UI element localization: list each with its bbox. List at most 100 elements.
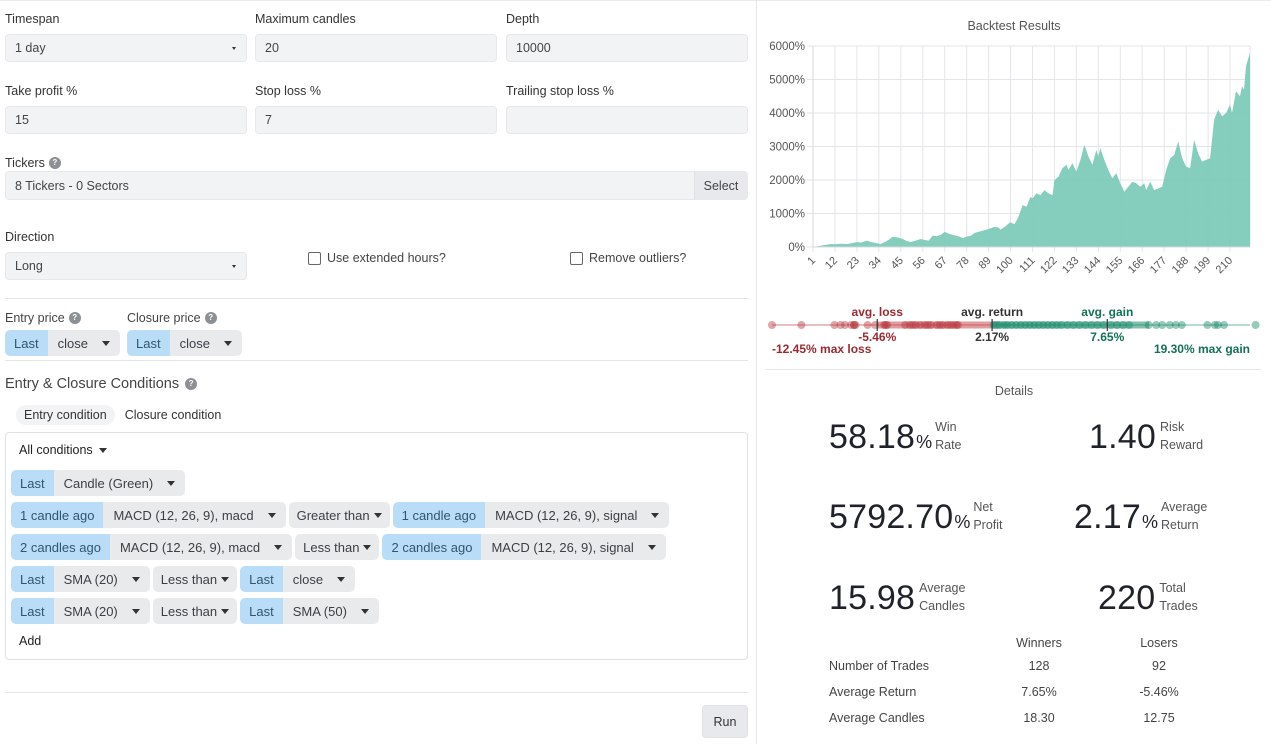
take-profit-input[interactable]: 15 [5, 106, 247, 134]
indicator-select[interactable]: MACD (12, 26, 9), signal [485, 502, 670, 528]
tickers-label: Tickers [5, 156, 45, 170]
candle-offset-select[interactable]: Last [11, 566, 54, 592]
trailing-stop-loss-input[interactable] [506, 106, 748, 134]
indicator-select[interactable]: Candle (Green) [53, 470, 186, 496]
extended-hours-label: Use extended hours? [327, 251, 446, 265]
caret-down-icon [337, 576, 346, 582]
x-tick-label: 78 [955, 255, 972, 272]
operand-selector: Last close [240, 566, 356, 592]
table-header: Winners [1016, 636, 1062, 650]
indicator-select[interactable]: MACD (12, 26, 9), macd [103, 502, 286, 528]
operator-select[interactable]: Less than [152, 598, 238, 624]
indicator-select[interactable]: MACD (12, 26, 9), macd [109, 534, 293, 560]
caret-down-icon [223, 340, 232, 346]
candle-offset-select[interactable]: 1 candle ago [11, 502, 104, 528]
candle-offset-select[interactable]: 2 candles ago [382, 534, 482, 560]
indicator-value: MACD (12, 26, 9), signal [491, 539, 634, 555]
indicator-select[interactable]: SMA (20) [53, 598, 150, 624]
caret-down-icon [363, 544, 372, 550]
help-icon[interactable]: ? [185, 378, 198, 390]
tickers-select-button[interactable]: Select [694, 172, 747, 199]
operator-value: Less than [303, 539, 360, 555]
operator-select[interactable]: Less than [152, 566, 238, 592]
closure-price-label: Closure price [127, 311, 201, 325]
indicator-select[interactable]: close [282, 566, 356, 592]
tab-entry-condition[interactable]: Entry condition [16, 405, 115, 425]
timespan-select[interactable]: 1 day [5, 34, 247, 62]
candle-offset-select[interactable]: Last [240, 566, 283, 592]
gain-trade-dot [1203, 321, 1212, 329]
stat-label: Average Return [1161, 500, 1208, 532]
extended-hours-checkbox[interactable]: Use extended hours? [308, 251, 446, 265]
stat-average-candles: 15.98 Average Candles [829, 581, 965, 615]
x-tick-label: 133 [1060, 255, 1081, 276]
tab-closure-condition[interactable]: Closure condition [117, 405, 230, 425]
direction-select[interactable]: Long [5, 252, 247, 280]
remove-outliers-checkbox[interactable]: Remove outliers? [570, 251, 686, 265]
avg-return-value: 2.17% [975, 330, 1009, 344]
stat-value: 5792.70 [829, 498, 954, 536]
candle-offset-select[interactable]: Last [11, 470, 54, 496]
avg-loss-label: avg. loss [852, 305, 904, 319]
stat-unit: % [1141, 511, 1158, 532]
stop-loss-input[interactable]: 7 [255, 106, 497, 134]
condition-row: Last SMA (20) Less than Last SMA (50) [11, 598, 379, 624]
help-icon[interactable]: ? [204, 312, 217, 324]
max-loss-label: -12.45% max loss [772, 342, 872, 356]
stat-label: Risk Reward [1159, 420, 1204, 452]
max-candles-input[interactable]: 20 [255, 34, 497, 62]
condition-mode-label: All conditions [19, 443, 93, 457]
divider [5, 692, 748, 693]
caret-down-icon [167, 480, 176, 486]
candle-offset-select[interactable]: Last [240, 598, 283, 624]
gain-trade-dot [1144, 321, 1153, 329]
stat-unit: % [954, 511, 971, 532]
candle-offset-select[interactable]: Last [11, 598, 54, 624]
stat-label: Win Rate [935, 420, 962, 452]
remove-outliers-label: Remove outliers? [589, 251, 687, 265]
tickers-input[interactable]: 8 Tickers - 0 Sectors [6, 172, 694, 199]
stat-win-rate: 58.18 % Win Rate [829, 420, 962, 454]
add-condition-button[interactable]: Add [19, 634, 41, 648]
stat-value: 15.98 [829, 579, 916, 617]
condition-tabs: Entry condition Closure condition [16, 405, 229, 425]
operand-selector: Last SMA (20) [11, 566, 150, 592]
indicator-select[interactable]: SMA (50) [282, 598, 379, 624]
stat-average-return: 2.17 % Average Return [1074, 500, 1207, 534]
caret-down-icon [131, 576, 140, 582]
indicator-select[interactable]: MACD (12, 26, 9), signal [481, 534, 666, 560]
help-icon[interactable]: ? [68, 312, 81, 324]
entry-price-offset[interactable]: Last [5, 330, 48, 356]
candle-offset-select[interactable]: 2 candles ago [11, 534, 110, 560]
entry-price-value-select[interactable]: close [47, 330, 120, 356]
x-tick-label: 56 [911, 255, 928, 272]
caret-down-icon [98, 447, 107, 453]
depth-input[interactable]: 10000 [506, 34, 748, 62]
y-tick-label: 4000% [769, 108, 805, 120]
condition-mode-dropdown[interactable]: All conditions [19, 443, 107, 457]
run-button[interactable]: Run [702, 705, 748, 738]
closure-price-value-select[interactable]: close [169, 330, 242, 356]
x-tick-label: 155 [1104, 255, 1125, 276]
checkbox-icon[interactable] [570, 251, 583, 265]
avg-return-label: avg. return [961, 305, 1023, 319]
table-cell: 12.75 [1143, 711, 1175, 725]
operator-selector: Less than [152, 598, 238, 624]
loss-trade-dot [768, 321, 776, 329]
loss-trade-dot [883, 321, 892, 329]
stop-loss-label: Stop loss % [255, 84, 322, 98]
loss-trade-dot [871, 321, 880, 329]
operator-selector: Less than [152, 566, 238, 592]
help-icon[interactable]: ? [48, 157, 61, 169]
closure-price-offset[interactable]: Last [127, 330, 170, 356]
operator-value: Less than [160, 603, 218, 619]
divider [5, 360, 748, 361]
indicator-select[interactable]: SMA (20) [53, 566, 150, 592]
checkbox-icon[interactable] [308, 251, 321, 265]
stat-unit: % [916, 431, 933, 452]
operator-select[interactable]: Less than [295, 534, 380, 560]
candle-offset-select[interactable]: 1 candle ago [392, 502, 486, 528]
gain-trade-dot [1125, 321, 1134, 329]
max-candles-label: Maximum candles [255, 12, 356, 26]
operator-select[interactable]: Greater than [288, 502, 390, 528]
